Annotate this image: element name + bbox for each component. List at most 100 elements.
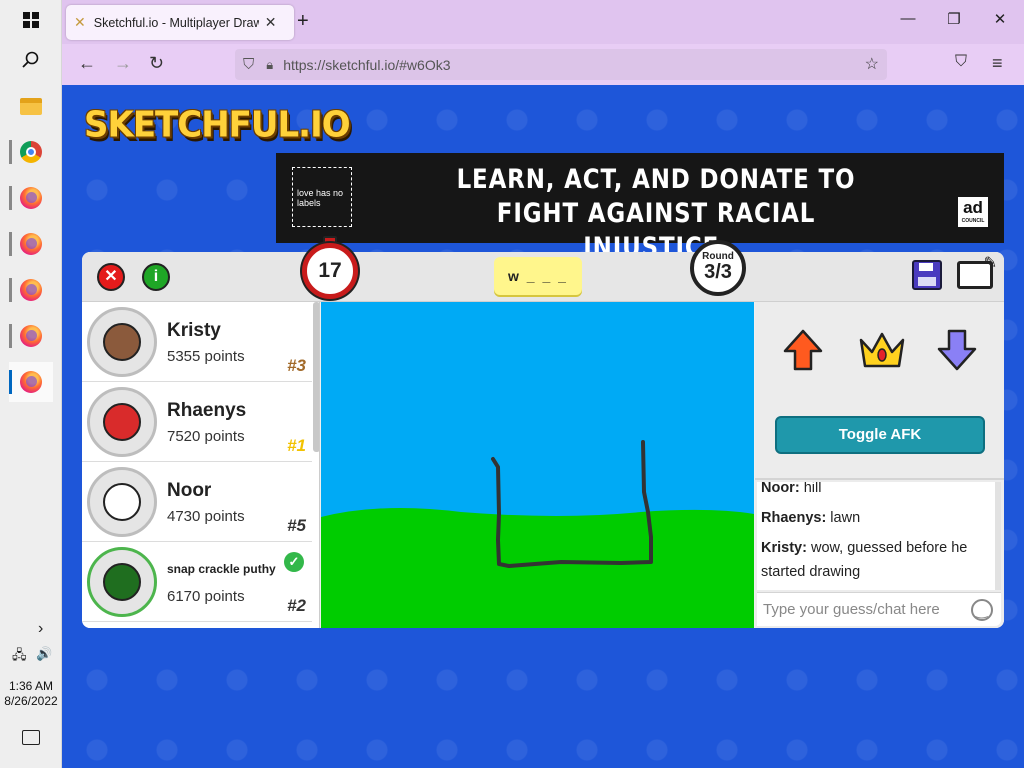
close-window-icon[interactable]: ✕: [980, 10, 1020, 28]
guessed-check-icon: ✓: [284, 552, 304, 572]
browser-tab[interactable]: ✕ Sketchful.io - Multiplayer Drawi ✕: [66, 5, 294, 40]
url-text[interactable]: https://sketchful.io/#w6Ok3: [283, 57, 450, 73]
firefox-icon[interactable]: [9, 178, 53, 218]
chat-scrollbar[interactable]: [995, 482, 1001, 590]
grass: [321, 508, 754, 628]
report-drawing-icon[interactable]: [957, 253, 997, 289]
ad-council-subtext: COUNCIL: [961, 218, 985, 224]
tab-title: Sketchful.io - Multiplayer Drawi: [93, 15, 259, 30]
ad-banner[interactable]: love has no labels LEARN, ACT, AND DONAT…: [276, 153, 1004, 263]
lock-icon[interactable]: 🔒︎: [266, 57, 273, 73]
browser-titlebar: ✕ Sketchful.io - Multiplayer Drawi ✕ + —…: [62, 0, 1024, 44]
timer: 17: [302, 243, 358, 299]
upvote-icon[interactable]: [781, 328, 825, 372]
leave-game-button[interactable]: ✕: [97, 263, 125, 291]
bookmark-star-icon[interactable]: ☆: [865, 54, 879, 74]
chat-author: Kristy:: [761, 540, 807, 556]
volume-icon[interactable]: 🔊: [36, 646, 52, 662]
player-row[interactable]: Rhaenys 7520 points #1: [82, 382, 312, 462]
tab-close-icon[interactable]: ✕: [265, 14, 277, 31]
player-rank: #2: [287, 596, 306, 615]
player-list: Kristy 5355 points #3 Rhaenys 7520 points #1 N…: [82, 302, 320, 628]
drawing-canvas[interactable]: [321, 302, 754, 628]
avatar-face: [103, 563, 141, 601]
reload-icon[interactable]: ↻: [149, 53, 164, 74]
firefox-icon[interactable]: [9, 224, 53, 264]
chat-message: Noor: hill: [761, 482, 993, 500]
back-icon[interactable]: ←: [78, 53, 96, 74]
windows-taskbar: › 🖧 🔊 1:36 AM 8/26/2022: [0, 0, 62, 768]
firefox-icon[interactable]: [9, 270, 53, 310]
player-name: Noor: [167, 480, 212, 501]
round-badge: Round 3/3: [690, 240, 746, 296]
player-name: Kristy: [167, 320, 221, 341]
clock-time: 1:36 AM: [8, 679, 54, 693]
chat-input[interactable]: [763, 601, 968, 618]
chat-author: Noor:: [761, 482, 800, 496]
word-hint: w _ _ _: [494, 257, 582, 295]
chat-text: lawn: [826, 510, 861, 526]
chrome-icon[interactable]: [9, 132, 53, 172]
chat-input-bar: [757, 592, 1001, 626]
notification-icon[interactable]: [22, 730, 40, 745]
pocket-icon[interactable]: ⛉: [955, 53, 967, 71]
avatar: [87, 547, 157, 617]
ad-box-text: love has no labels: [292, 167, 352, 227]
info-button[interactable]: i: [142, 263, 170, 291]
restore-icon[interactable]: ❐: [934, 10, 974, 28]
player-rank: #1: [287, 436, 306, 455]
ad-headline-line-1: LEARN, ACT, AND DONATE TO: [456, 164, 856, 195]
drawing: [321, 302, 754, 628]
chat-text: hill: [799, 482, 822, 496]
network-icon[interactable]: 🖧: [12, 646, 27, 668]
ad-council-text: ad: [963, 198, 983, 217]
player-list-scrollbar[interactable]: [313, 302, 319, 452]
toggle-afk-button[interactable]: Toggle AFK: [775, 416, 985, 454]
chat-message: Rhaenys: lawn: [761, 506, 993, 530]
avatar: [87, 467, 157, 537]
sketchful-favicon-icon: ✕: [74, 14, 86, 30]
avatar-face: [103, 483, 141, 521]
sketchful-logo[interactable]: SKETCHFUL.IO: [84, 104, 351, 146]
tracking-shield-icon[interactable]: ⛉: [243, 56, 254, 73]
minimize-icon[interactable]: —: [888, 10, 928, 27]
vote-area: Toggle AFK: [755, 302, 1004, 480]
chat-log: Noor: hill Rhaenys: lawn Kristy: wow, gues…: [757, 482, 1001, 590]
firefox-icon[interactable]: [9, 316, 53, 356]
address-bar[interactable]: ⛉ 🔒︎ https://sketchful.io/#w6Ok3 ☆: [235, 49, 887, 80]
chevron-right-icon[interactable]: ›: [38, 620, 43, 638]
page: SKETCHFUL.IO love has no labels LEARN, A…: [62, 85, 1024, 768]
avatar: [87, 307, 157, 377]
chat-message: Kristy: wow, guessed before he started d…: [761, 536, 993, 584]
player-row[interactable]: Noor 4730 points #5: [82, 462, 312, 542]
player-row[interactable]: Kristy 5355 points #3: [82, 302, 312, 382]
clock-date: 8/26/2022: [4, 694, 58, 708]
avatar: [87, 387, 157, 457]
game-header: ✕ i 17 w _ _ _ Round 3/3: [82, 236, 1004, 302]
avatar-face: [103, 323, 141, 361]
player-points: 7520 points: [167, 428, 245, 445]
game-panel: ✕ i 17 w _ _ _ Round 3/3 Kristy 5355 poin…: [82, 236, 1004, 628]
avatar-face: [103, 403, 141, 441]
player-points: 5355 points: [167, 348, 245, 365]
forward-icon[interactable]: →: [114, 53, 132, 74]
windows-start-icon[interactable]: [9, 0, 53, 40]
player-rank: #5: [287, 516, 306, 535]
ad-headline: LEARN, ACT, AND DONATE TO FIGHT AGAINST …: [435, 163, 877, 265]
downvote-icon[interactable]: [935, 328, 979, 372]
player-row[interactable]: snap crackle puthy 6170 points #2 ✓: [82, 542, 312, 622]
system-clock[interactable]: 1:36 AM 8/26/2022: [0, 679, 62, 709]
player-rank: #3: [287, 356, 306, 375]
emoji-icon[interactable]: [971, 599, 993, 621]
side-panel: Toggle AFK Noor: hill Rhaenys: lawn Kristy…: [755, 302, 1004, 628]
search-icon[interactable]: [9, 40, 53, 80]
crown-icon[interactable]: [857, 328, 907, 372]
menu-icon[interactable]: ≡: [992, 53, 1003, 74]
save-drawing-icon[interactable]: [912, 260, 942, 290]
new-tab-icon[interactable]: +: [297, 10, 309, 33]
chat-author: Rhaenys:: [761, 510, 827, 526]
browser-navbar: ← → ↻ ⛉ 🔒︎ https://sketchful.io/#w6Ok3 ☆…: [62, 44, 1024, 85]
file-explorer-icon[interactable]: [9, 86, 53, 126]
firefox-icon-active[interactable]: [9, 362, 53, 402]
round-value: 3/3: [704, 261, 732, 283]
